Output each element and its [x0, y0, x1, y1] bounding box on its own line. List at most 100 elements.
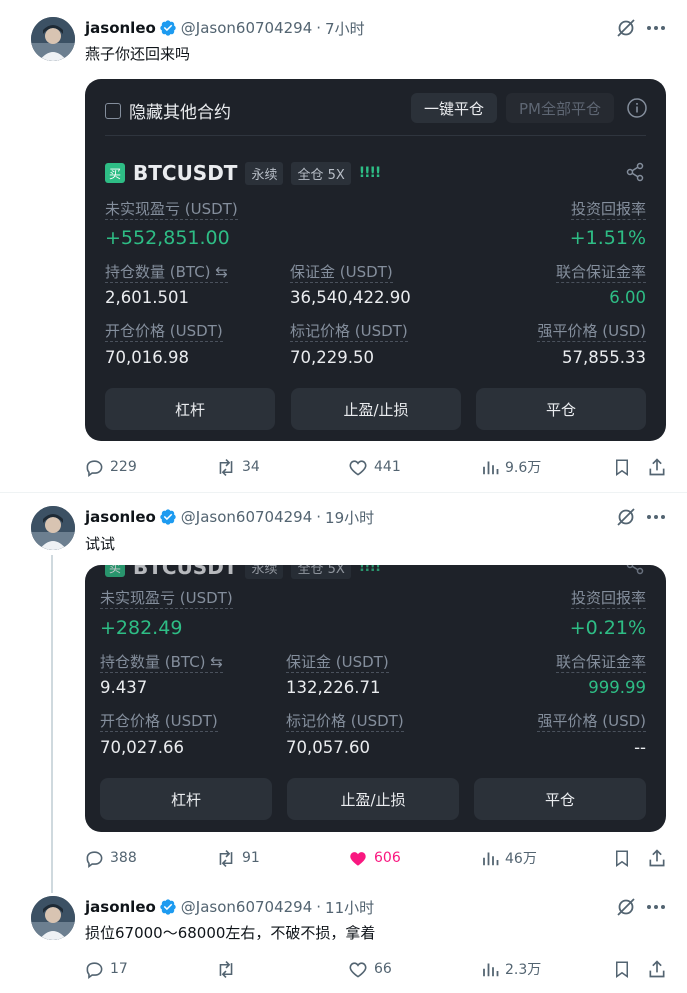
trading-card[interactable]: 买 BTCUSDT 永续 全仓 5X !!!! 未实现盈亏 (USDT) +28…: [85, 565, 666, 832]
hide-other-label: 隐藏其他合约: [129, 103, 231, 123]
roi-label: 投资回报率: [570, 200, 646, 220]
entry-price-label: 开仓价格 (USDT): [100, 712, 218, 732]
tag-perpetual: 永续: [245, 565, 284, 579]
bookmark-button[interactable]: [613, 957, 637, 981]
roi-label: 投资回报率: [570, 589, 646, 609]
entry-price-value: 70,016.98: [105, 348, 189, 367]
avatar[interactable]: [31, 17, 75, 61]
share-button[interactable]: [647, 455, 673, 479]
avatar[interactable]: [31, 506, 75, 550]
entry-price-label: 开仓价格 (USDT): [105, 322, 223, 342]
reply-count: 229: [110, 459, 137, 475]
repost-button[interactable]: 91: [216, 846, 260, 870]
repost-button[interactable]: [216, 957, 242, 981]
mark-price-label: 标记价格 (USDT): [290, 322, 408, 342]
repost-icon: [219, 458, 233, 476]
risk-bars-icon: !!!!: [358, 165, 382, 181]
timestamp[interactable]: 19小时: [325, 507, 374, 528]
mark-price-value: 70,229.50: [290, 348, 374, 367]
views-button[interactable]: 9.6万: [481, 455, 541, 479]
repost-count: 34: [242, 459, 260, 475]
tweet-1[interactable]: jasonleo @Jason60704294 · 7小时 燕子你还回来吗 隐藏…: [0, 0, 687, 492]
bookmark-button[interactable]: [613, 455, 637, 479]
buy-badge: 买: [105, 163, 125, 183]
tpsl-button[interactable]: 止盈/止损: [287, 778, 459, 820]
share-nodes-icon[interactable]: [625, 162, 645, 186]
reply-count: 17: [110, 961, 128, 977]
views-button[interactable]: 2.3万: [481, 957, 541, 981]
separator-dot: ·: [316, 508, 322, 526]
trading-card[interactable]: 隐藏其他合约 一键平仓 PM全部平仓 买 BTCUSDT 永续 全仓 5X !!…: [85, 79, 666, 441]
one-click-close-button[interactable]: 一键平仓: [411, 93, 497, 123]
author-name[interactable]: jasonleo: [85, 19, 156, 37]
roi-value: +1.51%: [569, 227, 646, 249]
margin-ratio-label: 联合保证金率: [555, 653, 646, 673]
like-count: 66: [374, 961, 392, 977]
reply-button[interactable]: 17: [85, 957, 128, 981]
bookmark-button[interactable]: [613, 846, 637, 870]
like-count: 441: [374, 459, 401, 475]
close-position-button[interactable]: 平仓: [476, 388, 646, 430]
liq-price-label: 强平价格 (USD): [537, 322, 646, 342]
reply-button[interactable]: 388: [85, 846, 137, 870]
reply-count: 388: [110, 850, 137, 866]
more-icon[interactable]: [645, 897, 667, 917]
tweet-actions: 17 66 2.3万: [85, 957, 667, 981]
author-name[interactable]: jasonleo: [85, 898, 156, 916]
bookmark-icon: [616, 459, 628, 476]
symbol: BTCUSDT: [133, 565, 238, 579]
entry-price-value: 70,027.66: [100, 738, 184, 757]
pm-close-all-button[interactable]: PM全部平仓: [506, 93, 614, 123]
views-count: 9.6万: [505, 460, 542, 476]
like-button[interactable]: 66: [348, 957, 392, 981]
verified-badge-icon: [159, 898, 177, 916]
more-icon[interactable]: [645, 507, 667, 527]
tweet-text: 试试: [85, 535, 116, 553]
avatar[interactable]: [31, 896, 75, 940]
author-name[interactable]: jasonleo: [85, 508, 156, 526]
checkbox-icon[interactable]: [105, 102, 121, 119]
tweet-3[interactable]: jasonleo @Jason60704294 · 11小时 损位67000～6…: [0, 883, 687, 993]
grok-icon[interactable]: [616, 507, 636, 527]
leverage-button[interactable]: 杠杆: [105, 388, 275, 430]
mark-price-label: 标记价格 (USDT): [286, 712, 404, 732]
margin-value: 132,226.71: [286, 678, 381, 697]
hide-other-contracts[interactable]: 隐藏其他合约: [105, 98, 231, 123]
leverage-button[interactable]: 杠杆: [100, 778, 272, 820]
position-size-label: 持仓数量 (BTC) ⇆: [105, 263, 228, 283]
share-button[interactable]: [647, 957, 673, 981]
author-handle[interactable]: @Jason60704294: [181, 898, 312, 916]
verified-badge-icon: [159, 508, 177, 526]
author-handle[interactable]: @Jason60704294: [181, 19, 312, 37]
tweet-2[interactable]: jasonleo @Jason60704294 · 19小时 试试 买 BTCU…: [0, 493, 687, 893]
bookmark-icon: [616, 850, 628, 867]
tweet-actions: 388 91 606 46万: [85, 846, 667, 870]
close-position-button[interactable]: 平仓: [474, 778, 646, 820]
grok-icon[interactable]: [616, 18, 636, 38]
position-size-value: 2,601.501: [105, 288, 189, 307]
info-icon[interactable]: [626, 97, 648, 123]
thread-line: [51, 555, 53, 893]
timestamp[interactable]: 7小时: [325, 18, 365, 39]
tweet-text: 损位67000～68000左右，不破不损，拿着: [85, 924, 376, 942]
views-button[interactable]: 46万: [481, 846, 537, 870]
like-count: 606: [374, 850, 401, 866]
liq-price-value: 57,855.33: [562, 348, 646, 367]
margin-ratio-value: 999.99: [588, 678, 646, 697]
like-icon: [350, 851, 366, 866]
repost-button[interactable]: 34: [216, 455, 260, 479]
share-nodes-icon[interactable]: [625, 565, 645, 579]
author-handle[interactable]: @Jason60704294: [181, 508, 312, 526]
separator-dot: ·: [316, 19, 322, 37]
symbol-row: 买 BTCUSDT 永续 全仓 5X !!!!: [105, 161, 382, 185]
like-button[interactable]: 606: [348, 846, 401, 870]
timestamp[interactable]: 11小时: [325, 897, 374, 918]
liq-price-label: 强平价格 (USD): [537, 712, 646, 732]
like-button[interactable]: 441: [348, 455, 401, 479]
reply-button[interactable]: 229: [85, 455, 137, 479]
grok-icon[interactable]: [616, 897, 636, 917]
share-button[interactable]: [647, 846, 673, 870]
tpsl-button[interactable]: 止盈/止损: [291, 388, 461, 430]
reply-icon: [86, 459, 103, 477]
more-icon[interactable]: [645, 18, 667, 38]
